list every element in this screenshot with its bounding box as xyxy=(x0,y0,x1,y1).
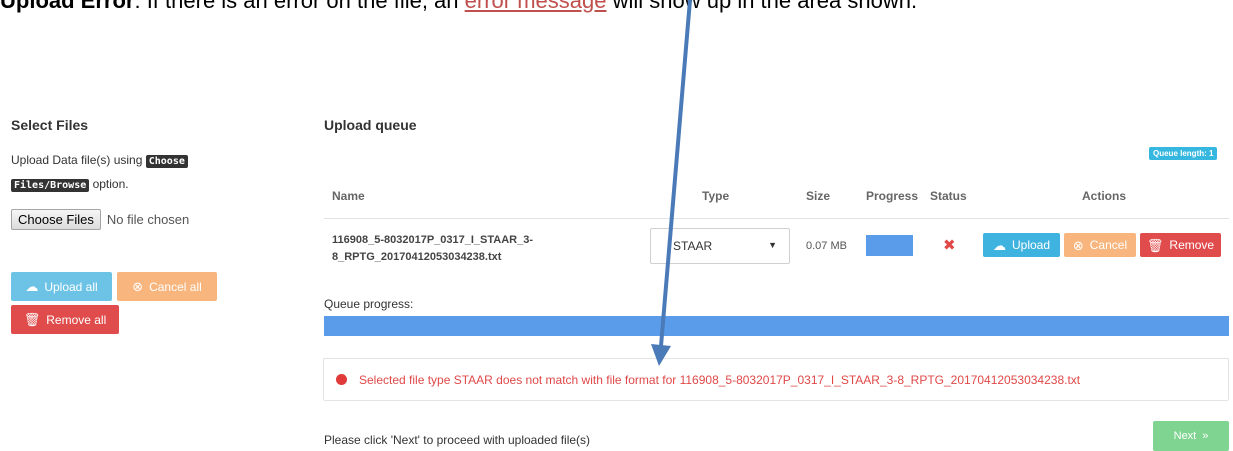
column-header-actions: Actions xyxy=(1082,189,1127,203)
instruction-caption: Upload Error: If there is an error on th… xyxy=(0,0,1233,20)
cancel-all-button[interactable]: ⊗ Cancel all xyxy=(117,272,217,301)
desc-prefix: Upload Data file(s) using xyxy=(11,153,146,167)
file-type-value: STAAR xyxy=(673,239,713,253)
desc-suffix: option. xyxy=(89,177,129,191)
cancel-label: Cancel xyxy=(1089,238,1128,252)
upload-button[interactable]: ☁ Upload xyxy=(983,233,1060,257)
upload-queue-title: Upload queue xyxy=(324,117,417,133)
caret-down-icon: ▼ xyxy=(768,240,777,250)
queue-progress-bar xyxy=(324,316,1229,336)
table-header-divider xyxy=(324,218,1229,219)
next-button[interactable]: Next » xyxy=(1153,421,1229,451)
remove-all-button[interactable]: 🗑 Remove all xyxy=(11,305,119,334)
caption-error-link: error message xyxy=(464,0,607,13)
remove-label: Remove xyxy=(1169,238,1215,252)
file-size: 0.07 MB xyxy=(806,240,847,252)
cloud-upload-icon: ☁ xyxy=(992,237,1006,253)
queued-file-name: 116908_5-8032017P_0317_I_STAAR_3-8_RPTG_… xyxy=(332,234,534,263)
column-header-progress: Progress xyxy=(866,189,919,203)
chevron-double-right-icon: » xyxy=(1202,429,1209,442)
cancel-all-label: Cancel all xyxy=(149,279,202,294)
cancel-button[interactable]: ⊗ Cancel xyxy=(1064,233,1136,257)
cancel-circle-icon: ⊗ xyxy=(1072,237,1084,253)
upload-all-button[interactable]: ☁ Upload all xyxy=(11,272,112,301)
trash-icon: 🗑 xyxy=(23,312,41,327)
file-progress-fill xyxy=(866,235,913,256)
select-files-description: Upload Data file(s) using Choose Files/Br… xyxy=(11,149,211,197)
no-file-chosen-text: No file chosen xyxy=(106,211,190,227)
upload-label: Upload xyxy=(1011,238,1051,252)
kbd-files-browse: Files/Browse xyxy=(11,179,90,192)
file-type-select[interactable]: STAAR ▼ xyxy=(650,228,790,264)
select-files-title: Select Files xyxy=(11,117,89,133)
column-header-type: Type xyxy=(702,189,730,203)
cloud-upload-icon: ☁ xyxy=(25,279,39,294)
trash-icon: 🗑 xyxy=(1146,237,1164,253)
file-progress-bar xyxy=(866,235,913,256)
cancel-circle-icon: ⊗ xyxy=(132,279,144,294)
column-header-size: Size xyxy=(806,189,831,203)
remove-button[interactable]: 🗑 Remove xyxy=(1140,233,1221,257)
caption-bold: Upload Error xyxy=(0,0,135,13)
error-message-text: Selected file type STAAR does not match … xyxy=(359,372,1081,387)
next-label: Next xyxy=(1173,430,1197,442)
choose-files-button[interactable]: Choose Files xyxy=(11,208,101,230)
arrow-shaft xyxy=(659,0,692,347)
error-dot-icon xyxy=(336,374,347,385)
remove-all-label: Remove all xyxy=(46,312,107,327)
kbd-choose: Choose xyxy=(145,155,188,168)
caption-text: : If there is an error on the file, an xyxy=(134,0,465,13)
error-message-box: Selected file type STAAR does not match … xyxy=(323,358,1229,401)
next-instruction-text: Please click 'Next' to proceed with uplo… xyxy=(324,433,591,447)
upload-all-label: Upload all xyxy=(44,279,98,294)
error-x-icon: ✖ xyxy=(943,237,956,254)
column-header-name: Name xyxy=(332,189,365,203)
caption-tail: will show up in the area shown. xyxy=(606,0,918,13)
queue-progress-fill xyxy=(324,316,1229,336)
file-input-row: Choose Files No file chosen xyxy=(11,208,189,230)
column-header-status: Status xyxy=(930,189,967,203)
queue-progress-label: Queue progress: xyxy=(324,297,414,311)
queue-length-badge: Queue length: 1 xyxy=(1149,147,1218,160)
